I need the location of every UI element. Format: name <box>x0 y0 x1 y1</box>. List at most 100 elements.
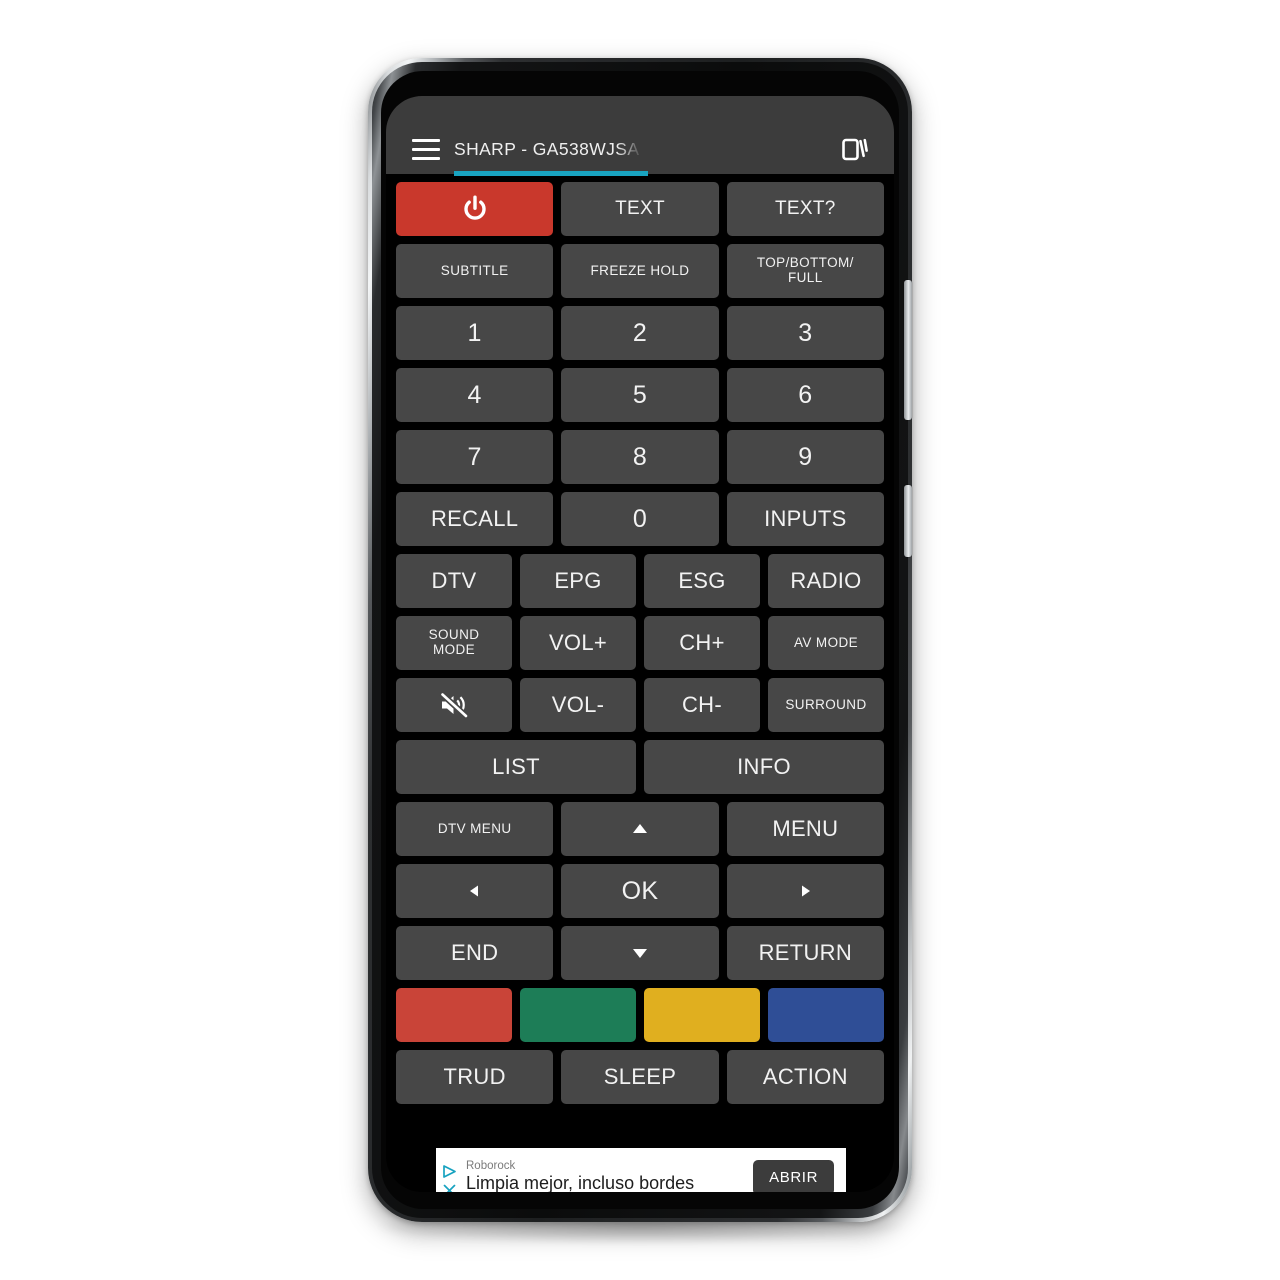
arrow-left-icon <box>462 881 488 901</box>
remote-button-arrow-right[interactable] <box>726 864 884 918</box>
remote-button-label: ACTION <box>762 1064 848 1090</box>
remote-button-4[interactable]: 4 <box>396 368 554 422</box>
remote-button-info[interactable]: INFO <box>644 740 884 794</box>
remote-button-label: RADIO <box>790 568 862 594</box>
remote-button-vol[interactable]: VOL- <box>520 678 636 732</box>
remote-button-dtv[interactable]: DTV <box>396 554 512 608</box>
remote-button-text[interactable]: TEXT <box>561 182 719 236</box>
remote-button-arrow-left[interactable] <box>396 864 554 918</box>
remote-button-end[interactable]: END <box>396 926 554 980</box>
remote-color-button-blue[interactable] <box>768 988 884 1042</box>
remote-row: TEXT TEXT? <box>396 182 884 236</box>
remote-button-recall[interactable]: RECALL <box>396 492 554 546</box>
remote-button-label: 1 <box>467 318 482 347</box>
remote-button-7[interactable]: 7 <box>396 430 554 484</box>
phone-volume-rocker[interactable] <box>904 280 912 420</box>
ad-cta-button[interactable]: ABRIR <box>753 1159 834 1192</box>
ad-banner[interactable]: Roborock Limpia mejor, incluso bordes AB… <box>436 1148 846 1192</box>
arrow-right-icon <box>792 881 818 901</box>
remote-button-ok[interactable]: OK <box>561 864 719 918</box>
remote-button-label: TEXT? <box>775 197 836 219</box>
remote-button-dtv-menu[interactable]: DTV MENU <box>396 802 554 856</box>
remote-button-epg[interactable]: EPG <box>520 554 636 608</box>
adchoices-triangle-icon[interactable] <box>441 1163 458 1180</box>
remote-button-2[interactable]: 2 <box>561 306 719 360</box>
remote-button-return[interactable]: RETURN <box>726 926 884 980</box>
remote-button-arrow-down[interactable] <box>561 926 719 980</box>
remote-button-surround[interactable]: SURROUND <box>768 678 884 732</box>
remote-button-power[interactable] <box>396 182 554 236</box>
tab-active-indicator <box>454 171 648 176</box>
remote-color-button-yellow[interactable] <box>644 988 760 1042</box>
remote-row: RECALL 0 INPUTS <box>396 492 884 546</box>
remote-button-grid: TEXT TEXT? SUBTITLE FREEZE HOLD TOP/BOTTOM/F… <box>386 174 894 1104</box>
remote-button-arrow-up[interactable] <box>561 802 719 856</box>
remote-row: 1 2 3 <box>396 306 884 360</box>
remote-button-label: TEXT <box>615 197 665 219</box>
remote-row: 4 5 6 <box>396 368 884 422</box>
remote-button-av-mode[interactable]: AV MODE <box>768 616 884 670</box>
remote-button-text[interactable]: TEXT? <box>726 182 884 236</box>
remote-button-label: VOL+ <box>548 630 608 656</box>
page-title: SHARP - GA538WJSA <box>454 138 640 159</box>
phone-power-button[interactable] <box>904 485 912 557</box>
screenshot-root: SHARP - GA538WJSA TEXT TEXT? SUBTITLE FREEZ… <box>0 0 1280 1280</box>
remote-button-label: INPUTS <box>764 506 847 532</box>
remote-button-label: 9 <box>798 442 813 471</box>
power-icon <box>460 194 490 224</box>
remote-button-esg[interactable]: ESG <box>644 554 760 608</box>
cards-stack-icon[interactable] <box>828 126 882 172</box>
remote-button-freeze-hold[interactable]: FREEZE HOLD <box>561 244 719 298</box>
remote-button-label: CH+ <box>679 630 725 656</box>
arrow-up-icon <box>627 819 653 839</box>
ad-controls <box>436 1148 462 1192</box>
remote-button-label: DTV <box>431 568 477 594</box>
remote-button-label: VOL- <box>551 692 605 718</box>
remote-button-menu[interactable]: MENU <box>726 802 884 856</box>
remote-button-ch[interactable]: CH- <box>644 678 760 732</box>
remote-row: LIST INFO <box>396 740 884 794</box>
app-bar: SHARP - GA538WJSA <box>386 96 894 176</box>
remote-button-trud[interactable]: TRUD <box>396 1050 554 1104</box>
remote-color-button-red[interactable] <box>396 988 512 1042</box>
remote-button-8[interactable]: 8 <box>561 430 719 484</box>
remote-button-subtitle[interactable]: SUBTITLE <box>396 244 554 298</box>
remote-button-mute[interactable] <box>396 678 512 732</box>
remote-button-label: 5 <box>632 380 648 409</box>
remote-button-label: 6 <box>798 380 813 409</box>
tab-current-device[interactable]: SHARP - GA538WJSA <box>454 124 657 176</box>
remote-button-1[interactable]: 1 <box>396 306 554 360</box>
remote-button-sleep[interactable]: SLEEP <box>561 1050 719 1104</box>
hamburger-menu-icon[interactable] <box>398 127 454 171</box>
close-x-icon[interactable] <box>441 1182 458 1192</box>
remote-button-label: MENU <box>772 816 839 842</box>
remote-button-label: SOUND MODE <box>428 627 480 657</box>
remote-button-label: ESG <box>678 568 726 594</box>
remote-button-label: 2 <box>632 318 648 347</box>
remote-button-label: OK <box>621 876 659 905</box>
remote-button-label: AV MODE <box>793 634 859 650</box>
remote-button-9[interactable]: 9 <box>726 430 884 484</box>
remote-row: SOUND MODE VOL+ CH+ AV MODE <box>396 616 884 670</box>
remote-button-label: SUBTITLE <box>440 262 509 278</box>
remote-color-button-green[interactable] <box>520 988 636 1042</box>
remote-button-list[interactable]: LIST <box>396 740 636 794</box>
remote-button-ch[interactable]: CH+ <box>644 616 760 670</box>
remote-button-6[interactable]: 6 <box>726 368 884 422</box>
remote-row: DTV EPG ESG RADIO <box>396 554 884 608</box>
remote-button-sound-mode[interactable]: SOUND MODE <box>396 616 512 670</box>
remote-button-label: FREEZE HOLD <box>590 262 690 278</box>
remote-button-label: RETURN <box>758 940 853 966</box>
remote-button-5[interactable]: 5 <box>561 368 719 422</box>
remote-button-label: SURROUND <box>785 696 867 712</box>
remote-row: VOL- CH- SURROUND <box>396 678 884 732</box>
remote-button-3[interactable]: 3 <box>726 306 884 360</box>
remote-button-vol[interactable]: VOL+ <box>520 616 636 670</box>
remote-button-radio[interactable]: RADIO <box>768 554 884 608</box>
remote-button-action[interactable]: ACTION <box>726 1050 884 1104</box>
remote-button-inputs[interactable]: INPUTS <box>726 492 884 546</box>
remote-button-top-bottom-full[interactable]: TOP/BOTTOM/FULL <box>726 244 884 298</box>
remote-button-0[interactable]: 0 <box>561 492 719 546</box>
remote-button-label: END <box>450 940 499 966</box>
remote-row <box>396 988 884 1042</box>
